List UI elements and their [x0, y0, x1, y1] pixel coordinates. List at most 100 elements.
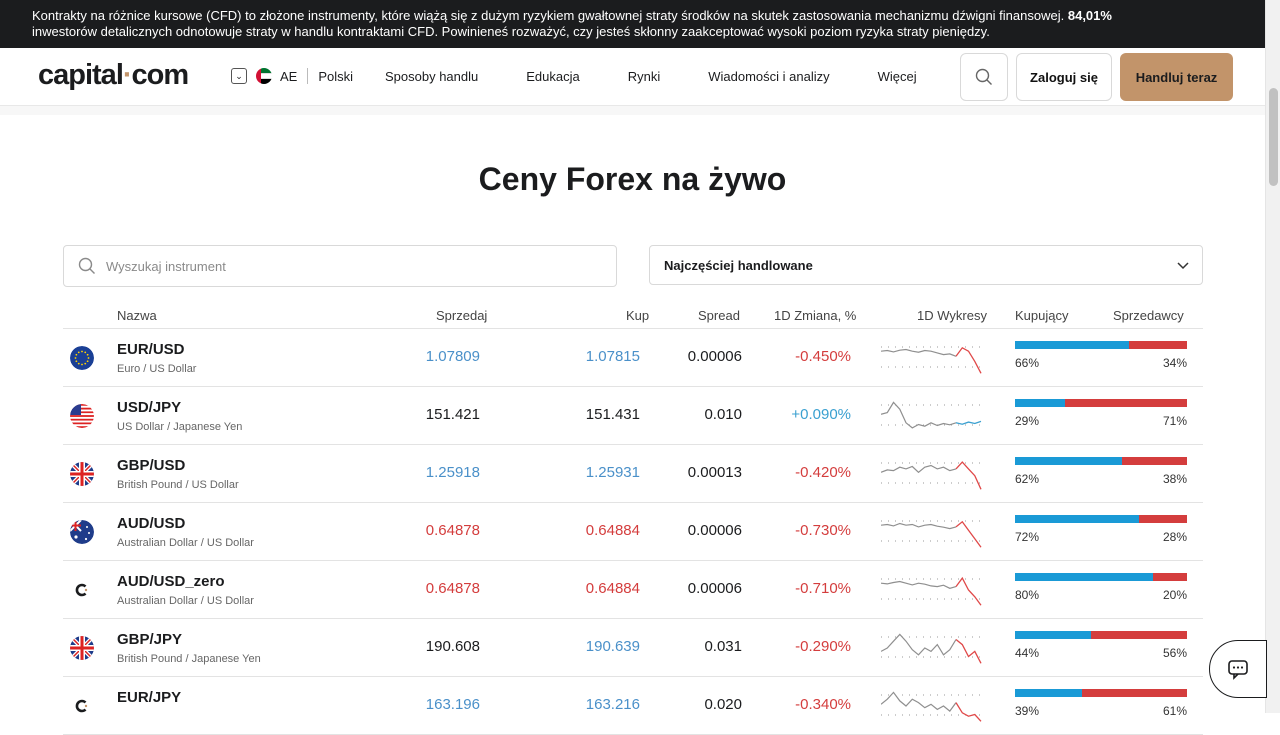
- sell-price[interactable]: 151.421: [363, 406, 480, 423]
- chevron-down-icon: ⌄: [231, 68, 247, 84]
- header-change[interactable]: 1D Zmiana, %: [774, 308, 856, 323]
- sentiment-widget: 72% 28%: [1015, 515, 1187, 544]
- buy-price[interactable]: 163.216: [523, 696, 640, 713]
- sell-price[interactable]: 0.64878: [363, 522, 480, 539]
- sell-price[interactable]: 1.25918: [363, 464, 480, 481]
- buyers-bar: [1015, 631, 1091, 639]
- nav-item-more[interactable]: Więcej: [878, 69, 917, 84]
- buyers-bar: [1015, 457, 1122, 465]
- search-icon: [975, 68, 992, 85]
- login-button[interactable]: Zaloguj się: [1016, 53, 1112, 101]
- buyers-bar: [1015, 399, 1065, 407]
- sparkline-recent: [955, 576, 982, 606]
- instrument-symbol[interactable]: GBP/USD: [117, 457, 185, 474]
- table-row[interactable]: AUD/USD Australian Dollar / US Dollar 0.…: [63, 503, 1203, 561]
- instrument-symbol[interactable]: AUD/USD: [117, 515, 185, 532]
- buyers-percent: 80%: [1015, 588, 1040, 602]
- header-sell[interactable]: Sprzedaj: [436, 308, 487, 323]
- sparkline-recent: [955, 461, 982, 490]
- table-row[interactable]: EUR/JPY 163.196 163.216 0.020 -0.340% 39…: [63, 677, 1203, 735]
- top-navbar: capital·com ⌄ AE Polski Sposoby handlu E…: [0, 48, 1265, 106]
- nav-item-markets[interactable]: Rynki: [628, 69, 661, 84]
- nav-item-trading-ways[interactable]: Sposoby handlu: [385, 69, 478, 84]
- instrument-description: Australian Dollar / US Dollar: [117, 595, 254, 607]
- main-nav: Sposoby handlu Edukacja Rynki Wiadomości…: [385, 69, 917, 84]
- table-row[interactable]: GBP/JPY British Pound / Japanese Yen 190…: [63, 619, 1203, 677]
- buy-price[interactable]: 0.64884: [523, 522, 640, 539]
- capital-logo[interactable]: capital·com: [38, 59, 189, 92]
- sentiment-bar: [1015, 399, 1187, 407]
- sort-dropdown[interactable]: Najczęściej handlowane: [649, 245, 1203, 285]
- sparkline-history: [881, 464, 957, 474]
- sparkline-recent: [955, 702, 982, 722]
- sparkline-history: [881, 580, 957, 589]
- scrollbar-thumb[interactable]: [1269, 88, 1278, 186]
- chat-button[interactable]: [1209, 640, 1267, 698]
- table-row[interactable]: GBP/USD British Pound / US Dollar 1.2591…: [63, 445, 1203, 503]
- buy-price[interactable]: 151.431: [523, 406, 640, 423]
- header-spread[interactable]: Spread: [698, 308, 740, 323]
- nav-item-education[interactable]: Edukacja: [526, 69, 579, 84]
- buy-price[interactable]: 190.639: [523, 638, 640, 655]
- sparkline-chart: [881, 691, 985, 722]
- sentiment-widget: 66% 34%: [1015, 341, 1187, 370]
- sellers-percent: 61%: [1162, 704, 1187, 718]
- instrument-symbol[interactable]: AUD/USD_zero: [117, 573, 225, 590]
- page-title: Ceny Forex na żywo: [478, 161, 787, 197]
- sell-price[interactable]: 163.196: [363, 696, 480, 713]
- table-row[interactable]: EUR/USD Euro / US Dollar 1.07809 1.07815…: [63, 329, 1203, 387]
- header-buyers: Kupujący: [1015, 308, 1069, 323]
- change-percent: +0.090%: [791, 406, 851, 423]
- sell-price[interactable]: 190.608: [363, 638, 480, 655]
- change-percent: -0.450%: [795, 348, 851, 365]
- instrument-symbol[interactable]: EUR/USD: [117, 341, 185, 358]
- instrument-description: British Pound / Japanese Yen: [117, 653, 261, 665]
- sellers-bar: [1064, 399, 1187, 407]
- header-buy[interactable]: Kup: [626, 308, 649, 323]
- search-input[interactable]: [106, 258, 586, 274]
- sellers-percent: 56%: [1162, 646, 1187, 660]
- sparkline-recent: [955, 346, 982, 374]
- sentiment-bar: [1015, 631, 1187, 639]
- search-button[interactable]: [960, 53, 1008, 101]
- sparkline-history: [881, 401, 957, 429]
- buyers-percent: 29%: [1015, 414, 1040, 428]
- buy-price[interactable]: 0.64884: [523, 580, 640, 597]
- instrument-symbol[interactable]: EUR/JPY: [117, 689, 181, 706]
- chevron-down-icon: [1177, 262, 1189, 270]
- trade-now-button[interactable]: Handluj teraz: [1120, 53, 1233, 101]
- sparkline-chart: [881, 633, 985, 664]
- sparkline-history: [881, 522, 957, 530]
- capital-logo-icon: [70, 694, 94, 718]
- buyers-percent: 72%: [1015, 530, 1040, 544]
- header-name[interactable]: Nazwa: [117, 308, 157, 323]
- sentiment-widget: 62% 38%: [1015, 457, 1187, 486]
- instrument-search[interactable]: [63, 245, 617, 287]
- buy-price[interactable]: 1.25931: [523, 464, 640, 481]
- buy-price[interactable]: 1.07815: [523, 348, 640, 365]
- spread-value: 0.00006: [687, 522, 742, 539]
- sparkline-recent: [955, 420, 982, 425]
- nav-item-news[interactable]: Wiadomości i analizy: [708, 69, 829, 84]
- sentiment-widget: 80% 20%: [1015, 573, 1187, 602]
- language-selector[interactable]: ⌄ AE Polski: [231, 68, 353, 84]
- sentiment-bar: [1015, 573, 1187, 581]
- sentiment-widget: 39% 61%: [1015, 689, 1187, 718]
- sellers-bar: [1138, 515, 1187, 523]
- table-row[interactable]: USD/JPY US Dollar / Japanese Yen 151.421…: [63, 387, 1203, 445]
- uk-flag-icon: [70, 636, 94, 660]
- instrument-symbol[interactable]: GBP/JPY: [117, 631, 182, 648]
- sell-price[interactable]: 1.07809: [363, 348, 480, 365]
- page-scrollbar[interactable]: [1265, 0, 1280, 713]
- sparkline-chart: [881, 576, 985, 606]
- sellers-percent: 34%: [1162, 356, 1187, 370]
- instrument-description: Euro / US Dollar: [117, 363, 197, 375]
- change-percent: -0.730%: [795, 522, 851, 539]
- instrument-symbol[interactable]: USD/JPY: [117, 399, 181, 416]
- uk-flag-icon: [70, 462, 94, 486]
- buyers-percent: 39%: [1015, 704, 1040, 718]
- sparkline-recent: [955, 638, 982, 664]
- table-row[interactable]: AUD/USD_zero Australian Dollar / US Doll…: [63, 561, 1203, 619]
- spread-value: 0.020: [704, 696, 742, 713]
- sell-price[interactable]: 0.64878: [363, 580, 480, 597]
